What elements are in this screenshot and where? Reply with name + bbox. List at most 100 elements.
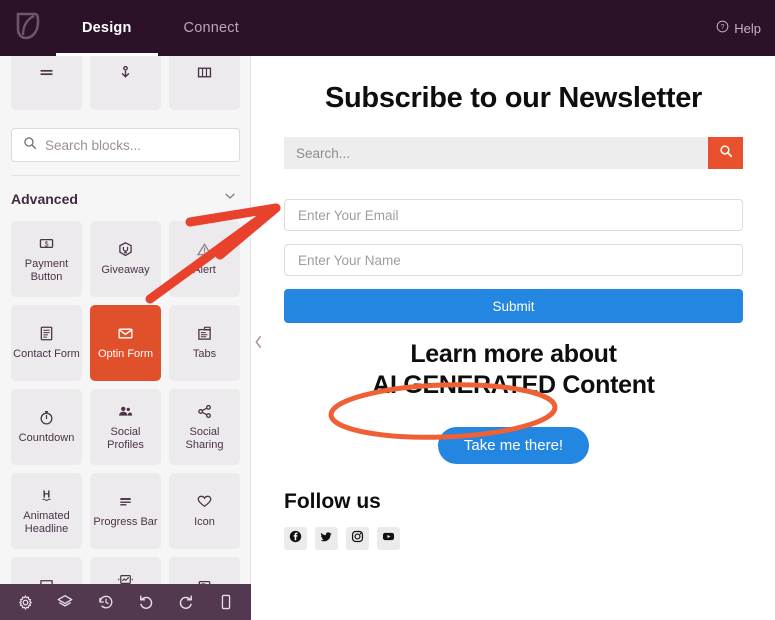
chevron-down-icon[interactable] <box>223 189 237 208</box>
block-label: Animated Headline <box>23 509 70 535</box>
email-placeholder: Enter Your Email <box>298 207 399 223</box>
block-tile-progress-bar[interactable]: Progress Bar <box>90 473 161 549</box>
preview-search-placeholder: Search... <box>296 145 351 161</box>
tab-design[interactable]: Design <box>56 0 158 56</box>
tab-connect[interactable]: Connect <box>158 0 265 56</box>
envelope-icon <box>116 324 135 343</box>
email-input[interactable]: Enter Your Email <box>284 199 743 231</box>
block-row: H Animated Headline Progress Bar Icon <box>0 473 250 549</box>
block-tile-giveaway[interactable]: Giveaway <box>90 221 161 297</box>
layers-icon[interactable] <box>56 593 74 611</box>
twitter-icon <box>320 530 333 548</box>
block-row: Countdown Social Profiles Social Sharing <box>0 389 250 465</box>
block-tile-alert[interactable]: Alert <box>169 221 240 297</box>
block-label: Alert <box>193 264 216 277</box>
app-root: Design Connect ? Help Search blocks... A… <box>0 0 775 620</box>
svg-text:?: ? <box>721 24 725 31</box>
block-tile-countdown[interactable]: Countdown <box>11 389 82 465</box>
search-blocks-placeholder: Search blocks... <box>45 137 142 153</box>
block-tile-icon[interactable]: Icon <box>169 473 240 549</box>
redo-icon[interactable] <box>177 593 195 611</box>
promo-line-2: AI GENERATED Content <box>284 370 743 401</box>
block-tile[interactable] <box>11 56 82 110</box>
page-title: Subscribe to our Newsletter <box>324 82 703 114</box>
cta-wrap: Take me there! <box>284 427 743 464</box>
promo-highlight: AI GENERATED <box>372 371 556 399</box>
social-link-facebook[interactable] <box>284 527 307 550</box>
cta-label: Take me there! <box>463 437 564 454</box>
gear-icon[interactable] <box>17 594 34 611</box>
take-me-there-button[interactable]: Take me there! <box>437 427 590 464</box>
social-profiles-row <box>284 527 743 550</box>
block-label: Countdown <box>18 432 75 445</box>
people-icon <box>116 402 135 421</box>
letter-h-icon: H <box>37 486 56 505</box>
promo-rest: Content <box>555 371 655 399</box>
sidebar-collapse-button[interactable] <box>251 330 265 358</box>
block-tile-contact-form[interactable]: Contact Form <box>11 305 82 381</box>
block-tile[interactable] <box>169 56 240 110</box>
question-circle-icon: ? <box>716 20 729 36</box>
social-link-youtube[interactable] <box>377 527 400 550</box>
trophy-badge-icon <box>116 240 135 259</box>
heart-icon <box>195 492 214 511</box>
block-label: Contact Form <box>13 348 80 361</box>
app-logo[interactable] <box>0 0 56 56</box>
submit-button[interactable]: Submit <box>284 289 743 323</box>
block-label: Social Profiles <box>107 425 144 451</box>
promo-line-1: Learn more about <box>410 340 617 368</box>
page-preview-canvas[interactable]: Subscribe to our Newsletter Search... En… <box>252 56 775 620</box>
preview-search-widget: Search... <box>284 137 743 169</box>
block-label: Social Sharing <box>185 425 224 451</box>
block-tile-tabs[interactable]: Tabs <box>169 305 240 381</box>
promo-heading: Learn more about AI GENERATED Content <box>284 339 743 401</box>
facebook-icon <box>289 530 302 548</box>
search-blocks-input[interactable]: Search blocks... <box>11 128 240 162</box>
social-link-twitter[interactable] <box>315 527 338 550</box>
block-row: Contact Form Optin Form Tabs <box>0 305 250 381</box>
undo-icon[interactable] <box>137 593 155 611</box>
follow-us-title: Follow us <box>284 490 381 513</box>
submit-label: Submit <box>492 298 535 314</box>
warning-triangle-icon <box>195 240 214 259</box>
mobile-icon[interactable] <box>218 593 234 611</box>
partial-block-row-top <box>0 56 250 110</box>
block-row: $ Payment Button Giveaway Alert <box>0 221 250 297</box>
instagram-icon <box>351 530 364 548</box>
block-tile-payment-button[interactable]: $ Payment Button <box>11 221 82 297</box>
block-label: Tabs <box>192 348 217 361</box>
sidebar-scroll-area[interactable]: Search blocks... Advanced $ Payment Butt… <box>0 56 250 620</box>
sidebar-search-wrap: Search blocks... <box>0 118 250 162</box>
social-link-instagram[interactable] <box>346 527 369 550</box>
youtube-icon <box>382 530 395 548</box>
block-label: Progress Bar <box>93 516 158 529</box>
dollar-bill-icon: $ <box>37 234 56 253</box>
columns-icon <box>196 64 213 81</box>
name-input[interactable]: Enter Your Name <box>284 244 743 276</box>
block-tile-social-sharing[interactable]: Social Sharing <box>169 389 240 465</box>
name-placeholder: Enter Your Name <box>298 252 401 268</box>
stopwatch-icon <box>37 408 56 427</box>
top-bar: Design Connect ? Help <box>0 0 775 56</box>
block-tile-animated-headline[interactable]: H Animated Headline <box>11 473 82 549</box>
block-tile-optin-form[interactable]: Optin Form <box>90 305 161 381</box>
tab-design-label: Design <box>82 20 132 36</box>
preview-search-button[interactable] <box>708 137 743 169</box>
svg-text:$: $ <box>45 241 49 248</box>
block-tile-social-profiles[interactable]: Social Profiles <box>90 389 161 465</box>
section-header-advanced[interactable]: Advanced <box>0 176 250 221</box>
history-clock-icon[interactable] <box>97 593 115 611</box>
section-title: Advanced <box>11 190 78 207</box>
form-document-icon <box>37 324 56 343</box>
editor-bottom-toolbar <box>0 584 251 620</box>
tab-connect-label: Connect <box>183 20 239 36</box>
block-label: Payment Button <box>24 257 69 283</box>
progress-bars-icon <box>116 492 135 511</box>
block-label: Icon <box>194 516 215 529</box>
preview-search-input[interactable]: Search... <box>284 137 708 169</box>
menu-lines-icon <box>38 64 55 81</box>
help-button[interactable]: ? Help <box>716 0 775 56</box>
block-tile[interactable] <box>90 56 161 110</box>
anchor-down-icon <box>117 64 134 81</box>
leaf-logo-icon <box>15 11 41 46</box>
